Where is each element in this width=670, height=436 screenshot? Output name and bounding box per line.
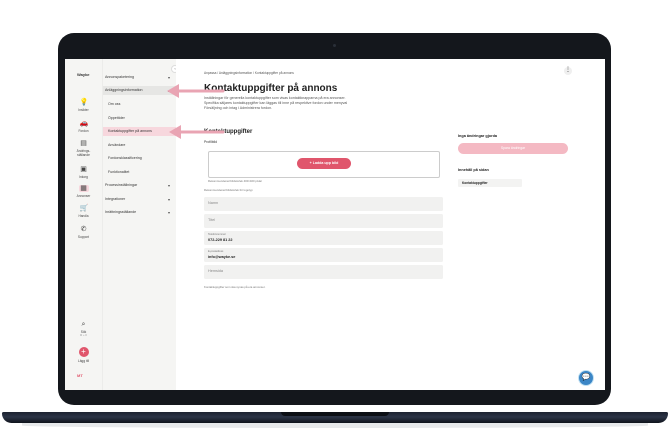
rail-label: Insikter [78, 108, 89, 112]
menu-label: Processinställningar [105, 183, 138, 187]
add-button[interactable]: + Lägg till [65, 347, 102, 363]
search-button[interactable]: ⌕ Sök ⌘ + K [65, 321, 102, 338]
breadcrumb-current: Kontaktuppgifter på annons [254, 71, 294, 75]
breadcrumb-link-anpassa[interactable]: Anpassa [204, 71, 216, 75]
rail-label: Support [77, 235, 90, 239]
toc-item-kontaktuppgifter[interactable]: Kontaktuppgifter [458, 179, 522, 187]
rail-item-andringsstallande[interactable]: ▤ Ändrings-ställande [65, 140, 102, 157]
menu-label: Om oss [108, 102, 121, 106]
phone-field[interactable]: Telefonnummer 072-229 81 22 [204, 231, 443, 245]
menu-label: Kontaktuppgifter på annons [108, 129, 152, 133]
camera-dot [333, 44, 336, 47]
title-field[interactable]: Titel [204, 214, 443, 228]
contract-icon: ▤ [80, 140, 87, 147]
field-placeholder: Hemsida [208, 269, 223, 273]
name-field[interactable]: Namn [204, 197, 443, 211]
rail-item-fordon[interactable]: 🚗 Fordon [65, 120, 102, 133]
website-field[interactable]: Hemsida [204, 265, 443, 279]
breadcrumb: Anpassa / Anläggningsinformation / Konta… [204, 71, 294, 75]
field-placeholder: Namn [208, 201, 219, 205]
rail-label: Handla [78, 214, 89, 218]
search-shortcut: ⌘ + K [79, 334, 88, 337]
laptop-screen: Wayke 💡 Insikter 🚗 Fordon ▤ Ändrings-stä… [65, 59, 605, 390]
chevron-down-icon: ▾ [167, 197, 170, 202]
chevron-down-icon: ▾ [167, 210, 170, 215]
upload-image-button[interactable]: + Ladda upp bild [297, 158, 351, 169]
wayke-logo: Wayke [77, 72, 90, 77]
menu-item-fordonsklassificering[interactable]: Fordonsklassificering [103, 154, 177, 163]
annotation-arrows [167, 84, 225, 139]
cart-icon: 🛒 [79, 205, 89, 212]
rail-label: Fordon [78, 129, 89, 133]
save-changes-button[interactable]: Spara ändringar [458, 143, 568, 154]
rail-item-annonser[interactable]: ▦ Annonser [65, 185, 102, 198]
toc-title: Innehåll på sidan [458, 168, 489, 172]
email-field[interactable]: E-postadress info@wayke.se [204, 248, 443, 262]
menu-item-processinstallningar[interactable]: Processinställningar ▾ [103, 181, 177, 190]
menu-item-inrattningsstallande[interactable]: Inrättningsställande ▾ [103, 208, 177, 217]
arrow-icon [169, 125, 225, 139]
menu-item-integrationer[interactable]: Integrationer ▾ [103, 195, 177, 204]
search-icon: ⌕ [81, 321, 86, 328]
rail-item-inkorg[interactable]: ▣ Inkorg [65, 166, 102, 179]
rail-label: Inkorg [79, 175, 88, 179]
no-changes-text: Inga ändringar gjorda [458, 134, 498, 138]
rail-label: Ändrings-ställande [76, 149, 91, 157]
car-icon: 🚗 [79, 120, 89, 127]
image-size-hint: Rekommenderad bildstorlek 400×400 pixlar [208, 179, 263, 183]
menu-label: Funktionalitet [108, 170, 130, 174]
chevron-down-icon: ▾ [167, 75, 170, 80]
ads-icon: ▦ [78, 185, 89, 192]
menu-label: Inrättningsställande [105, 210, 137, 214]
image-upload-area[interactable]: + Ladda upp bild [208, 151, 440, 178]
menu-label: Annonspaketering [105, 75, 134, 79]
laptop-notch [281, 412, 389, 416]
field-placeholder: Titel [208, 218, 216, 222]
rail-item-support[interactable]: ✆ Support [65, 226, 102, 239]
more-options-icon[interactable]: ⋮ [564, 67, 572, 75]
rail-item-handla[interactable]: 🛒 Handla [65, 205, 102, 218]
menu-label: Användare [108, 143, 126, 147]
lightbulb-icon: 💡 [79, 99, 89, 106]
main-content: Anpassa / Anläggningsinformation / Konta… [176, 59, 605, 390]
avatar[interactable]: MT [77, 373, 83, 378]
inbox-icon: ▣ [80, 166, 87, 173]
chat-icon[interactable]: 💬 [578, 370, 594, 386]
field-label: E-postadress [208, 250, 224, 253]
menu-label: Fordonsklassificering [108, 156, 142, 160]
plus-icon: + [78, 347, 89, 357]
breadcrumb-link-anlaggningsinformation[interactable]: Anläggningsinformation [219, 71, 252, 75]
field-value: info@wayke.se [208, 254, 236, 259]
arrow-icon [167, 84, 225, 98]
chevron-down-icon: ▾ [167, 183, 170, 188]
menu-label: Anläggningsinformation [105, 88, 143, 92]
field-label: Telefonnummer [208, 233, 226, 236]
menu-item-annonspaketering[interactable]: Annonspaketering ▾ [103, 73, 177, 82]
logo-size-hint: Rekommenderad bildstorlek för logotyp [204, 188, 253, 192]
icon-rail: Wayke 💡 Insikter 🚗 Fordon ▤ Ändrings-stä… [65, 59, 102, 390]
support-icon: ✆ [80, 226, 87, 233]
add-label: Lägg till [78, 359, 89, 363]
menu-item-funktionalitet[interactable]: Funktionalitet [103, 168, 177, 177]
menu-label: Öppettider [108, 116, 125, 120]
menu-item-anvandare[interactable]: Användare [103, 141, 177, 150]
rail-item-insikter[interactable]: 💡 Insikter [65, 99, 102, 112]
laptop-shadow [22, 423, 648, 428]
rail-label: Annonser [76, 194, 91, 198]
page-description: Inställningar för generella kontaktuppgi… [204, 96, 348, 110]
field-value: 072-229 81 22 [208, 237, 233, 242]
menu-label: Integrationer [105, 197, 126, 201]
footer-note: Kontaktuppgifter som ska synas på era an… [204, 285, 266, 289]
